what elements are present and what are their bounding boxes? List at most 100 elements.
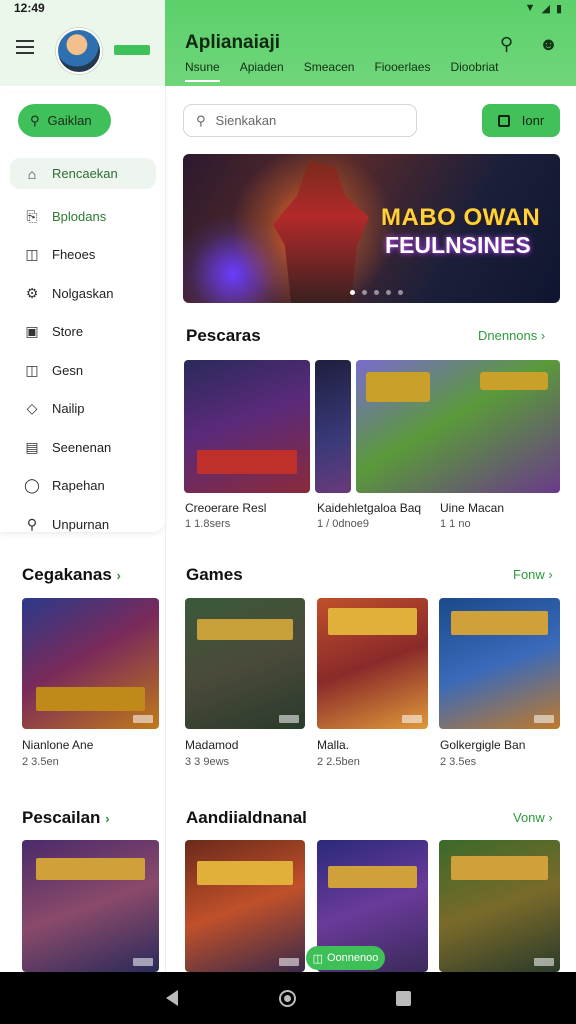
sidebar-item-label: Nailip [52, 401, 85, 417]
menu-icon[interactable] [16, 40, 34, 54]
wifi-icon: ▼ [524, 2, 536, 14]
calendar-icon: ▤ [25, 438, 39, 455]
sidebar-search-label: Gaiklan [47, 113, 92, 128]
recents-icon[interactable] [396, 991, 411, 1006]
carousel-dot[interactable] [398, 290, 403, 295]
card-subtitle: 2 3.5es [440, 756, 477, 768]
card-subtitle: 3 3 9ews [185, 756, 230, 768]
game-card-image[interactable] [439, 598, 560, 729]
tag-icon: ◇ [26, 400, 38, 417]
sidebar-item-label: Nolgaskan [52, 285, 114, 301]
status-icons: ▼ ◢ ▮ [525, 2, 562, 15]
floating-action-button[interactable]: ◫ Oonnenoo [306, 946, 385, 970]
sidebar-item-tags[interactable]: ◇ Nailip [10, 390, 156, 429]
game-card-image[interactable] [315, 360, 351, 493]
tab-favorites[interactable]: Fiooerlaes [374, 60, 430, 82]
hero-subtitle: FEULNSINES [385, 232, 531, 258]
section-title: Pescaras [186, 326, 261, 345]
sidebar-item-home[interactable]: ⌂ Rencaekan [10, 158, 156, 189]
status-badge [114, 45, 150, 55]
carousel-indicator [350, 290, 403, 295]
section-title: Aandiialdnanal [186, 808, 307, 827]
status-time: 12:49 [14, 1, 45, 15]
settings-icon: ⚙ [25, 284, 39, 301]
chat-icon: ◯ [24, 477, 40, 494]
card-title: Creoerare Resl [185, 501, 267, 515]
carousel-dot[interactable] [386, 290, 391, 295]
card-title: Malla. [317, 738, 350, 752]
store-icon: ▣ [25, 323, 39, 340]
action-button[interactable]: Ionr [482, 104, 560, 137]
game-card-image[interactable] [317, 598, 428, 729]
avatar[interactable] [56, 28, 102, 74]
floating-action-label: Oonnenoo [327, 952, 379, 964]
hero-banner[interactable]: MABO OWAN FEULNSINES [183, 154, 560, 303]
section-title[interactable]: Pescailan › [22, 808, 110, 828]
signal-icon: ◢ [541, 3, 550, 15]
tab-apps[interactable]: Apiaden [240, 60, 284, 82]
carousel-dot[interactable] [374, 290, 379, 295]
sidebar-item-label: Gesn [52, 362, 84, 378]
card-title: Uine Macan [440, 501, 505, 515]
game-card-image[interactable] [184, 360, 310, 493]
system-nav-bar [0, 972, 576, 1024]
sidebar-item-label: Rencaekan [52, 166, 118, 181]
section-title: Games [186, 565, 243, 584]
back-icon[interactable] [166, 990, 178, 1006]
sidebar-item-downloads[interactable]: ⎘ Bplodans [10, 197, 156, 236]
game-card-image[interactable] [22, 840, 159, 972]
sidebar-item-label: Rapehan [52, 478, 105, 494]
sidebar-item-settings[interactable]: ⚙ Nolgaskan [10, 274, 156, 313]
sidebar-item-links[interactable]: ⚲ Unpurnan [10, 505, 156, 544]
sidebar-item-label: Unpurnan [52, 516, 110, 532]
sidebar-item-games[interactable]: ◫ Fheoes [10, 236, 156, 275]
gamepad-icon: ◫ [312, 952, 323, 965]
app-title: Aplianaiaji [185, 32, 281, 53]
section-link[interactable]: Dnennons › [478, 328, 545, 343]
search-placeholder: Sienkakan [215, 113, 277, 128]
profile-icon[interactable]: ☻ [539, 34, 558, 55]
card-subtitle: 2 3.5en [22, 756, 59, 768]
library-icon: ◫ [25, 361, 39, 378]
sidebar-item-label: Fheoes [52, 247, 96, 263]
tab-home[interactable]: Nsune [185, 60, 220, 82]
carousel-dot[interactable] [362, 290, 367, 295]
divider [165, 86, 166, 972]
search-input[interactable]: ⚲ Sienkakan [183, 104, 417, 137]
section-link[interactable]: Fonw › [513, 567, 553, 582]
sidebar-item-label: Seenenan [52, 439, 112, 455]
section-title[interactable]: Cegakanas › [22, 565, 121, 585]
action-button-label: Ionr [521, 113, 545, 128]
search-icon: ⚲ [30, 112, 40, 128]
sidebar-item-store[interactable]: ▣ Store [10, 313, 156, 352]
game-card-image[interactable] [22, 598, 159, 729]
sidebar-item-chat[interactable]: ◯ Rapehan [10, 467, 156, 506]
link-icon: ⚲ [26, 515, 38, 532]
app-bar-actions: ⚲ ☻ [500, 34, 558, 55]
game-card-image[interactable] [439, 840, 560, 972]
section-link[interactable]: Vonw › [513, 810, 553, 825]
card-subtitle: 1 / 0dnoe9 [317, 518, 369, 530]
tab-library[interactable]: Dioobriat [450, 60, 498, 82]
carousel-dot[interactable] [350, 290, 355, 295]
tab-bar: Nsune Apiaden Smeacen Fiooerlaes Dioobri… [185, 60, 499, 82]
card-title: Kaidehletgaloa Baq [317, 501, 422, 515]
game-card-image[interactable] [185, 840, 305, 972]
gamepad-icon: ◫ [25, 246, 39, 263]
sidebar-item-calendar[interactable]: ▤ Seenenan [10, 428, 156, 467]
sidebar-search-button[interactable]: ⚲ Gaiklan [18, 104, 111, 137]
search-icon: ⚲ [196, 112, 206, 128]
sidebar-item-label: Bplodans [52, 208, 107, 224]
tab-search[interactable]: Smeacen [304, 60, 355, 82]
sidebar-item-library[interactable]: ◫ Gesn [10, 351, 156, 390]
app-bar: ▼ ◢ ▮ Aplianaiaji ⚲ ☻ Nsune Apiaden Smea… [165, 0, 576, 86]
search-icon[interactable]: ⚲ [500, 34, 513, 55]
game-card-image[interactable] [356, 360, 560, 493]
download-icon: ⎘ [26, 207, 38, 224]
card-subtitle: 1 1.8sers [185, 518, 231, 530]
grid-icon [497, 114, 510, 127]
card-title: Nianlone Ane [22, 738, 94, 752]
home-button-icon[interactable] [279, 990, 296, 1007]
game-card-image[interactable] [185, 598, 305, 729]
card-subtitle: 2 2.5ben [317, 756, 360, 768]
